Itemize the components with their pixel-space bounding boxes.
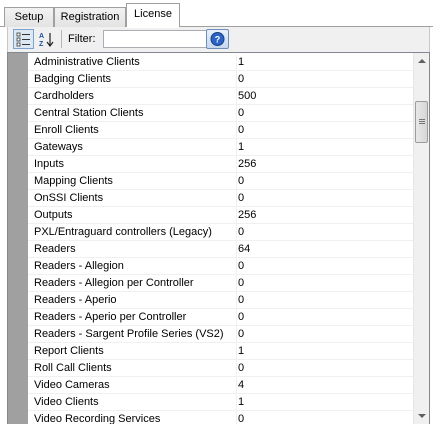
license-property-grid: Administrative Clients 1 Badging Clients 0 C… [7, 52, 430, 424]
grid-gutter [8, 53, 28, 424]
table-row[interactable]: Readers - Allegion per Controller 0 [28, 275, 416, 292]
table-row[interactable]: Badging Clients 0 [28, 71, 416, 88]
table-row[interactable]: Central Station Clients 0 [28, 105, 416, 122]
table-row[interactable]: Cardholders 500 [28, 88, 416, 105]
property-value[interactable]: 0 [238, 275, 416, 291]
property-name: Readers - Allegion per Controller [28, 275, 237, 291]
property-name: Badging Clients [28, 71, 237, 87]
table-row[interactable]: Outputs 256 [28, 207, 416, 224]
scroll-down-button[interactable] [414, 408, 429, 424]
property-value[interactable]: 256 [238, 207, 416, 223]
vertical-scrollbar[interactable] [413, 53, 429, 424]
property-name: Readers - Aperio [28, 292, 237, 308]
property-name: Outputs [28, 207, 237, 223]
tab-registration[interactable]: Registration [54, 7, 126, 27]
property-value[interactable]: 0 [238, 411, 416, 424]
table-row[interactable]: Video Recording Services 0 [28, 411, 416, 424]
property-name: PXL/Entraguard controllers (Legacy) [28, 224, 237, 240]
property-value[interactable]: 0 [238, 173, 416, 189]
table-row[interactable]: Administrative Clients 1 [28, 54, 416, 71]
table-row[interactable]: Mapping Clients 0 [28, 173, 416, 190]
property-name: Inputs [28, 156, 237, 172]
table-row[interactable]: Readers - Sargent Profile Series (VS2) 0 [28, 326, 416, 343]
property-name: OnSSI Clients [28, 190, 237, 206]
table-row[interactable]: Inputs 256 [28, 156, 416, 173]
property-value[interactable]: 1 [238, 139, 416, 155]
property-value[interactable]: 64 [238, 241, 416, 257]
categorized-view-icon [16, 32, 30, 47]
alphabetical-sort-icon: A Z [39, 33, 54, 48]
table-row[interactable]: Gateways 1 [28, 139, 416, 156]
property-name: Readers - Aperio per Controller [28, 309, 237, 325]
property-name: Readers [28, 241, 237, 257]
property-name: Cardholders [28, 88, 237, 104]
scrollbar-thumb[interactable] [415, 101, 428, 143]
table-row[interactable]: Enroll Clients 0 [28, 122, 416, 139]
property-name: Enroll Clients [28, 122, 237, 138]
property-value[interactable]: 0 [238, 190, 416, 206]
property-value[interactable]: 256 [238, 156, 416, 172]
table-row[interactable]: Readers 64 [28, 241, 416, 258]
property-name: Gateways [28, 139, 237, 155]
svg-text:Z: Z [39, 41, 44, 48]
help-icon: ? [210, 32, 225, 46]
thumb-grip-line [419, 119, 425, 120]
property-name: Roll Call Clients [28, 360, 237, 376]
property-name: Mapping Clients [28, 173, 237, 189]
toolbar-separator [61, 30, 62, 48]
property-value[interactable]: 0 [238, 292, 416, 308]
scroll-down-arrow-icon [418, 414, 426, 418]
table-row[interactable]: Readers - Allegion 0 [28, 258, 416, 275]
property-grid-toolbar: A Z Filter: ? [7, 27, 430, 52]
categorized-view-button[interactable] [13, 29, 34, 49]
property-name: Readers - Allegion [28, 258, 237, 274]
filter-input[interactable] [103, 30, 208, 48]
table-row[interactable]: OnSSI Clients 0 [28, 190, 416, 207]
table-row[interactable]: Roll Call Clients 0 [28, 360, 416, 377]
table-row[interactable]: Readers - Aperio per Controller 0 [28, 309, 416, 326]
property-value[interactable]: 0 [238, 122, 416, 138]
license-rows: Administrative Clients 1 Badging Clients 0 C… [28, 54, 416, 424]
table-row[interactable]: Video Clients 1 [28, 394, 416, 411]
svg-text:A: A [39, 33, 44, 40]
alphabetical-sort-button[interactable]: A Z [36, 29, 57, 49]
tab-license[interactable]: License [126, 3, 180, 28]
property-value[interactable]: 1 [238, 394, 416, 410]
property-name: Video Cameras [28, 377, 237, 393]
scroll-up-arrow-icon [418, 59, 426, 63]
thumb-grip-line [419, 121, 425, 122]
tab-setup[interactable]: Setup [4, 7, 54, 27]
property-value[interactable]: 0 [238, 360, 416, 376]
table-row[interactable]: PXL/Entraguard controllers (Legacy) 0 [28, 224, 416, 241]
svg-text:?: ? [215, 35, 221, 45]
property-value[interactable]: 1 [238, 54, 416, 70]
property-name: Video Recording Services [28, 411, 237, 424]
property-value[interactable]: 0 [238, 71, 416, 87]
property-value[interactable]: 0 [238, 309, 416, 325]
property-name: Readers - Sargent Profile Series (VS2) [28, 326, 237, 342]
property-name: Report Clients [28, 343, 237, 359]
table-row[interactable]: Report Clients 1 [28, 343, 416, 360]
property-value[interactable]: 0 [238, 224, 416, 240]
filter-label: Filter: [68, 33, 96, 45]
property-value[interactable]: 500 [238, 88, 416, 104]
property-value[interactable]: 0 [238, 326, 416, 342]
scroll-up-button[interactable] [414, 53, 429, 69]
table-row[interactable]: Readers - Aperio 0 [28, 292, 416, 309]
property-value[interactable]: 0 [238, 105, 416, 121]
property-value[interactable]: 0 [238, 258, 416, 274]
thumb-grip-line [419, 123, 425, 124]
property-name: Video Clients [28, 394, 237, 410]
property-value[interactable]: 1 [238, 343, 416, 359]
property-value[interactable]: 4 [238, 377, 416, 393]
help-button[interactable]: ? [206, 29, 229, 49]
table-row[interactable]: Video Cameras 4 [28, 377, 416, 394]
property-name: Administrative Clients [28, 54, 237, 70]
property-name: Central Station Clients [28, 105, 237, 121]
tab-strip: Setup Registration License [0, 0, 433, 28]
